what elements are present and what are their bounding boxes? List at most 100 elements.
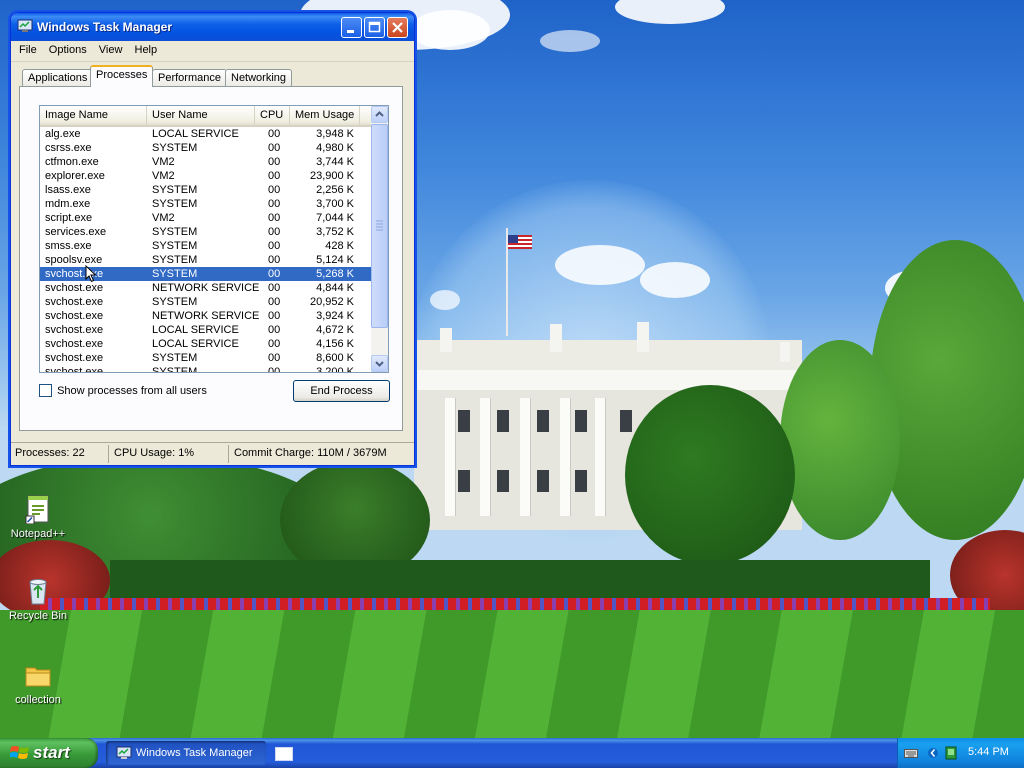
cell-mem-usage: 3,924 K	[316, 310, 354, 322]
cell-mem-usage: 2,256 K	[316, 184, 354, 196]
table-row[interactable]: smss.exe SYSTEM 00 428 K	[40, 239, 372, 253]
cell-image-name: svchost.exe	[45, 324, 104, 336]
cell-user-name: SYSTEM	[152, 240, 198, 252]
chimney	[440, 328, 452, 352]
table-row[interactable]: svchost.exe LOCAL SERVICE 00 4,156 K	[40, 337, 372, 351]
taskbar: start Windows Task Manager 5:44 PM	[0, 738, 1024, 768]
network-icon[interactable]	[945, 746, 957, 760]
tab-applications[interactable]: Applications	[22, 69, 94, 86]
end-process-button[interactable]: End Process	[293, 380, 390, 402]
desktop-icon-collection[interactable]: collection	[0, 660, 76, 706]
table-row[interactable]: mdm.exe SYSTEM 00 3,700 K	[40, 197, 372, 211]
window	[537, 410, 549, 432]
table-row[interactable]: svchost.exe SYSTEM 00 3,200 K	[40, 365, 372, 373]
cloud	[555, 245, 645, 285]
cell-mem-usage: 5,124 K	[316, 254, 354, 266]
title-bar[interactable]: Windows Task Manager	[11, 13, 414, 41]
cell-mem-usage: 428 K	[325, 240, 354, 252]
cell-cpu: 00	[268, 338, 281, 350]
table-row[interactable]: svchost.exe NETWORK SERVICE 00 4,844 K	[40, 281, 372, 295]
desktop-icon-label: Notepad++	[10, 528, 66, 540]
window	[497, 470, 509, 492]
desktop-icon-notepadpp[interactable]: Notepad++	[0, 494, 76, 540]
task-manager-icon	[116, 746, 132, 759]
cell-cpu: 00	[268, 352, 281, 364]
start-button[interactable]: start	[0, 738, 98, 768]
cell-cpu: 00	[268, 142, 281, 154]
table-row[interactable]: ctfmon.exe VM2 00 3,744 K	[40, 155, 372, 169]
scroll-down-button[interactable]	[371, 355, 388, 372]
table-row[interactable]: services.exe SYSTEM 00 3,752 K	[40, 225, 372, 239]
cell-image-name: svchost.exe	[45, 366, 104, 373]
scroll-up-button[interactable]	[371, 106, 388, 123]
show-desktop-icon[interactable]	[275, 747, 293, 761]
cell-user-name: LOCAL SERVICE	[152, 324, 239, 336]
window	[620, 410, 632, 432]
close-button[interactable]	[387, 17, 408, 38]
cell-mem-usage: 4,980 K	[316, 142, 354, 154]
cell-cpu: 00	[268, 184, 281, 196]
cloud	[540, 30, 600, 52]
window	[458, 410, 470, 432]
cell-cpu: 00	[268, 282, 281, 294]
cell-image-name: services.exe	[45, 226, 107, 238]
cell-user-name: SYSTEM	[152, 198, 198, 210]
menu-help[interactable]: Help	[131, 41, 163, 56]
column	[520, 398, 530, 516]
white-house-balustrade	[414, 370, 802, 390]
maximize-button[interactable]	[364, 17, 385, 38]
status-commit-charge: Commit Charge: 110M / 3679M	[234, 447, 387, 459]
chevron-left-icon[interactable]	[928, 746, 938, 760]
desktop-icon-recycle-bin[interactable]: Recycle Bin	[0, 576, 76, 622]
tree	[870, 240, 1024, 540]
process-list[interactable]: Image Name User Name CPU Mem Usage alg.e…	[39, 105, 389, 373]
table-row[interactable]: script.exe VM2 00 7,044 K	[40, 211, 372, 225]
table-row[interactable]: lsass.exe SYSTEM 00 2,256 K	[40, 183, 372, 197]
column	[480, 398, 490, 516]
table-row[interactable]: explorer.exe VM2 00 23,900 K	[40, 169, 372, 183]
tab-performance[interactable]: Performance	[152, 69, 227, 86]
menu-bar: File Options View Help	[11, 41, 414, 62]
cell-image-name: svchost.exe	[45, 338, 104, 350]
minimize-button[interactable]	[341, 17, 362, 38]
tab-processes[interactable]: Processes	[90, 65, 154, 87]
column-header-mem-usage[interactable]: Mem Usage	[290, 106, 360, 125]
table-row[interactable]: svchost.exe SYSTEM 00 8,600 K	[40, 351, 372, 365]
column	[595, 398, 605, 516]
menu-options[interactable]: Options	[45, 41, 92, 56]
menu-file[interactable]: File	[15, 41, 42, 56]
status-separator	[108, 445, 109, 463]
cell-cpu: 00	[268, 240, 281, 252]
status-separator	[228, 445, 229, 463]
tab-networking[interactable]: Networking	[225, 69, 293, 86]
status-cpu-usage: CPU Usage: 1%	[114, 447, 195, 459]
column-header-user-name[interactable]: User Name	[147, 106, 255, 125]
scroll-thumb[interactable]	[371, 124, 388, 328]
status-processes: Processes: 22	[15, 447, 85, 459]
taskbar-button-task-manager[interactable]: Windows Task Manager	[106, 741, 266, 765]
cell-mem-usage: 5,268 K	[316, 268, 354, 280]
desktop-icon-label: Recycle Bin	[8, 610, 68, 622]
cell-mem-usage: 8,600 K	[316, 352, 354, 364]
table-row[interactable]: svchost.exe LOCAL SERVICE 00 4,672 K	[40, 323, 372, 337]
cell-image-name: explorer.exe	[45, 170, 105, 182]
cell-user-name: SYSTEM	[152, 268, 198, 280]
show-all-users-checkbox[interactable]	[39, 384, 52, 397]
show-all-users-option[interactable]: Show processes from all users	[39, 384, 207, 397]
menu-view[interactable]: View	[95, 41, 128, 56]
mouse-cursor-icon	[85, 265, 97, 283]
cell-user-name: NETWORK SERVICE	[152, 310, 260, 322]
column-header-image-name[interactable]: Image Name	[40, 106, 147, 125]
task-manager-window[interactable]: Windows Task Manager File Options View H…	[10, 12, 415, 466]
table-row[interactable]: alg.exe LOCAL SERVICE 00 3,948 K	[40, 127, 372, 141]
keyboard-icon[interactable]	[904, 747, 918, 759]
table-row[interactable]: svchost.exe NETWORK SERVICE 00 3,924 K	[40, 309, 372, 323]
table-row[interactable]: svchost.exe SYSTEM 00 20,952 K	[40, 295, 372, 309]
desktop-icon-label: collection	[15, 694, 61, 706]
cell-user-name: SYSTEM	[152, 296, 198, 308]
table-row[interactable]: csrss.exe SYSTEM 00 4,980 K	[40, 141, 372, 155]
vertical-scrollbar[interactable]	[371, 106, 388, 372]
window	[497, 410, 509, 432]
column-header-cpu[interactable]: CPU	[255, 106, 290, 125]
maximize-icon	[368, 21, 381, 33]
